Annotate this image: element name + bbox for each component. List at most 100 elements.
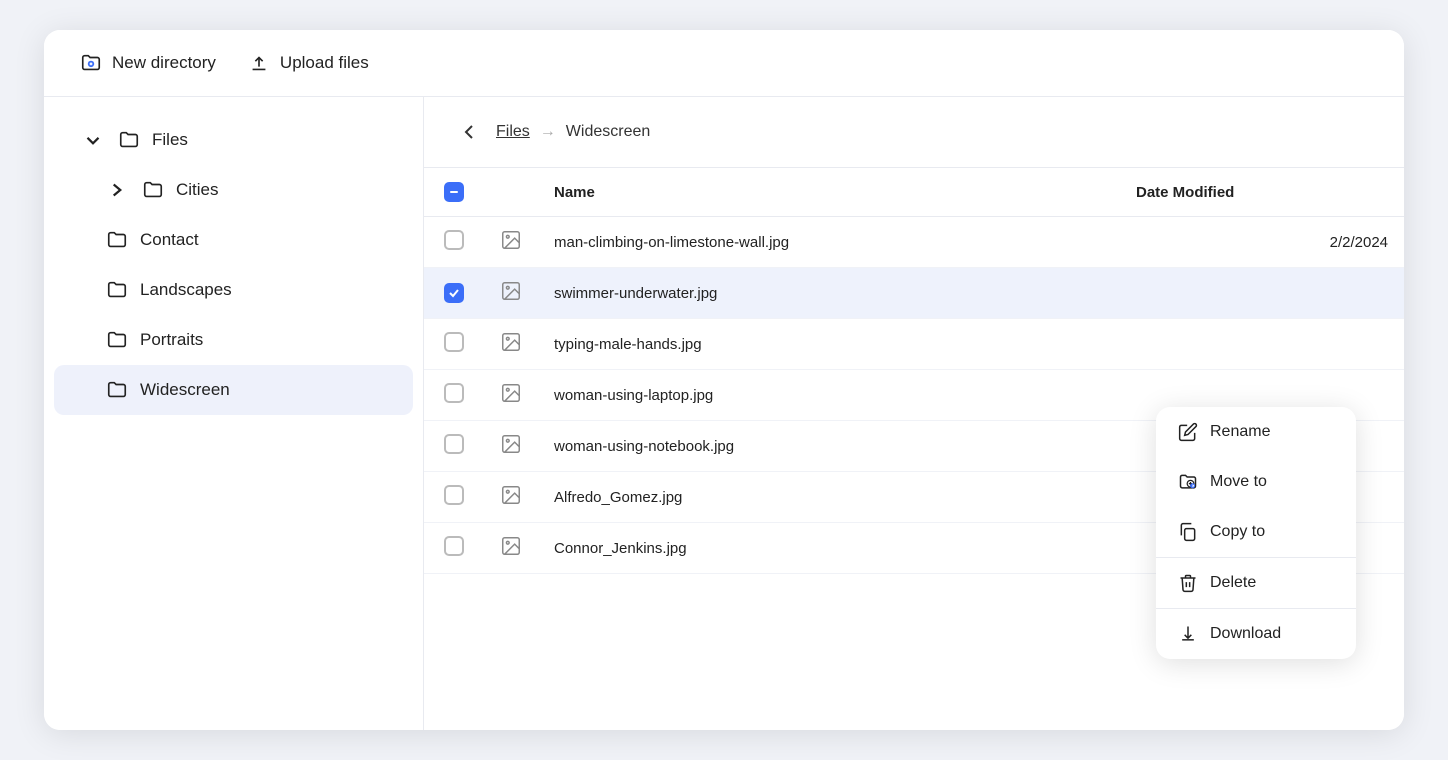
move-to-icon <box>1178 472 1198 492</box>
row-checkbox[interactable] <box>444 536 464 556</box>
image-file-icon <box>500 433 522 455</box>
delete-label: Delete <box>1210 574 1256 592</box>
file-name[interactable]: Connor_Jenkins.jpg <box>538 523 1120 574</box>
date-header: Date Modified <box>1120 168 1404 217</box>
breadcrumb: Files → Widescreen <box>424 97 1404 168</box>
upload-files-button[interactable]: Upload files <box>248 52 369 74</box>
image-file-icon <box>500 331 522 353</box>
delete-icon <box>1178 573 1198 593</box>
image-file-icon <box>500 382 522 404</box>
breadcrumb-root[interactable]: Files <box>496 123 530 141</box>
file-icon <box>484 268 538 319</box>
file-date <box>1120 268 1404 319</box>
breadcrumb-arrow: → <box>540 123 556 141</box>
folder-icon <box>118 129 140 151</box>
file-name[interactable]: swimmer-underwater.jpg <box>538 268 1120 319</box>
context-menu: Rename Move to <box>1156 407 1356 659</box>
select-all-checkbox[interactable] <box>444 182 464 202</box>
download-label: Download <box>1210 625 1281 643</box>
image-file-icon <box>500 484 522 506</box>
sidebar: Files Cities Contact <box>44 97 424 730</box>
sidebar-portraits-label: Portraits <box>140 330 203 350</box>
image-file-icon <box>500 535 522 557</box>
table-row: man-climbing-on-limestone-wall.jpg2/2/20… <box>424 217 1404 268</box>
sidebar-widescreen-label: Widescreen <box>140 380 230 400</box>
sidebar-item-landscapes[interactable]: Landscapes <box>54 265 413 315</box>
file-icon <box>484 370 538 421</box>
rename-label: Rename <box>1210 423 1270 441</box>
file-date: 2/2/2024 <box>1120 217 1404 268</box>
upload-icon <box>248 52 270 74</box>
sidebar-cities-label: Cities <box>176 180 219 200</box>
new-directory-icon <box>80 52 102 74</box>
sidebar-files-label: Files <box>152 130 188 150</box>
select-all-header[interactable] <box>424 168 484 217</box>
context-delete[interactable]: Delete <box>1156 558 1356 608</box>
back-icon <box>459 122 479 142</box>
sidebar-item-portraits[interactable]: Portraits <box>54 315 413 365</box>
row-checkbox-cell <box>424 319 484 370</box>
move-to-label: Move to <box>1210 473 1267 491</box>
sidebar-landscapes-label: Landscapes <box>140 280 232 300</box>
file-name[interactable]: man-climbing-on-limestone-wall.jpg <box>538 217 1120 268</box>
file-icon <box>484 421 538 472</box>
row-checkbox-cell <box>424 370 484 421</box>
row-checkbox-cell <box>424 421 484 472</box>
row-checkbox[interactable] <box>444 383 464 403</box>
row-checkbox[interactable] <box>444 283 464 303</box>
row-checkbox[interactable] <box>444 434 464 454</box>
check-icon <box>448 287 460 299</box>
folder-icon <box>106 279 128 301</box>
row-checkbox-cell <box>424 472 484 523</box>
table-row: typing-male-hands.jpg <box>424 319 1404 370</box>
context-download[interactable]: Download <box>1156 609 1356 659</box>
file-icon <box>484 523 538 574</box>
file-name[interactable]: typing-male-hands.jpg <box>538 319 1120 370</box>
folder-icon <box>106 229 128 251</box>
copy-to-label: Copy to <box>1210 523 1265 541</box>
name-header: Name <box>538 168 1120 217</box>
copy-to-icon <box>1178 522 1198 542</box>
file-date <box>1120 319 1404 370</box>
row-checkbox-cell <box>424 217 484 268</box>
chevron-down-icon <box>82 129 104 151</box>
chevron-right-icon <box>106 179 128 201</box>
file-name[interactable]: Alfredo_Gomez.jpg <box>538 472 1120 523</box>
file-icon <box>484 217 538 268</box>
folder-icon <box>106 379 128 401</box>
image-file-icon <box>500 229 522 251</box>
content-area: Files → Widescreen <box>424 97 1404 730</box>
new-directory-button[interactable]: New directory <box>80 52 216 74</box>
download-icon <box>1178 624 1198 644</box>
indeterminate-icon <box>448 186 460 198</box>
toolbar: New directory Upload files <box>44 30 1404 97</box>
file-name[interactable]: woman-using-notebook.jpg <box>538 421 1120 472</box>
sidebar-item-files[interactable]: Files <box>54 115 413 165</box>
sidebar-item-contact[interactable]: Contact <box>54 215 413 265</box>
sidebar-contact-label: Contact <box>140 230 199 250</box>
file-icon <box>484 472 538 523</box>
back-button[interactable] <box>452 115 486 149</box>
context-rename[interactable]: Rename <box>1156 407 1356 457</box>
table-row: swimmer-underwater.jpg <box>424 268 1404 319</box>
row-checkbox[interactable] <box>444 485 464 505</box>
context-move-to[interactable]: Move to <box>1156 457 1356 507</box>
row-checkbox[interactable] <box>444 230 464 250</box>
main-area: Files Cities Contact <box>44 97 1404 730</box>
folder-icon <box>142 179 164 201</box>
file-icon <box>484 319 538 370</box>
image-file-icon <box>500 280 522 302</box>
breadcrumb-current: Widescreen <box>566 123 650 141</box>
rename-icon <box>1178 422 1198 442</box>
folder-icon <box>106 329 128 351</box>
sidebar-item-widescreen[interactable]: Widescreen <box>54 365 413 415</box>
row-checkbox[interactable] <box>444 332 464 352</box>
new-directory-label: New directory <box>112 53 216 73</box>
table-header-row: Name Date Modified <box>424 168 1404 217</box>
sidebar-item-cities[interactable]: Cities <box>54 165 413 215</box>
row-checkbox-cell <box>424 523 484 574</box>
row-checkbox-cell <box>424 268 484 319</box>
upload-files-label: Upload files <box>280 53 369 73</box>
context-copy-to[interactable]: Copy to <box>1156 507 1356 557</box>
file-name[interactable]: woman-using-laptop.jpg <box>538 370 1120 421</box>
